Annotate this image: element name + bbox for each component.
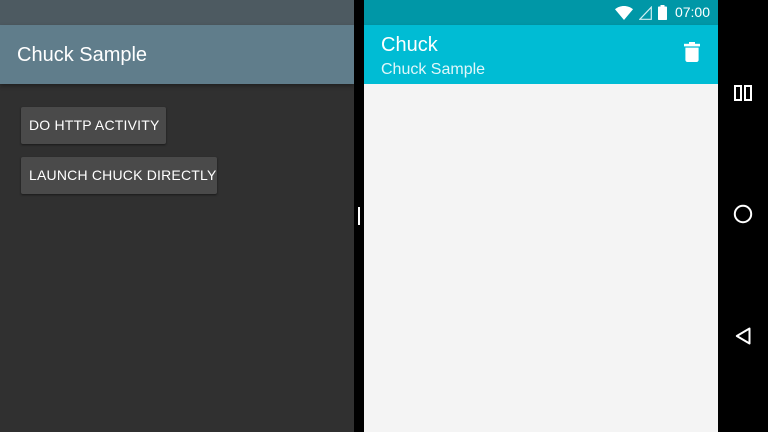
cell-signal-icon [638, 5, 652, 20]
delete-button[interactable] [680, 41, 704, 67]
status-bar: 07:00 [364, 0, 718, 25]
status-time: 07:00 [674, 4, 710, 20]
left-app-bar: Chuck Sample [0, 25, 354, 84]
back-button[interactable] [731, 326, 755, 350]
split-divider-handle[interactable] [358, 207, 360, 225]
home-button[interactable] [731, 204, 755, 228]
battery-icon [657, 5, 667, 20]
back-icon [735, 327, 751, 350]
status-icons: 07:00 [614, 3, 710, 22]
left-app-pane: Chuck Sample DO HTTP ACTIVITY LAUNCH CHU… [0, 0, 354, 432]
left-status-bar [0, 0, 354, 25]
right-app-bar: Chuck Chuck Sample [364, 25, 718, 84]
recents-button[interactable] [731, 83, 755, 107]
left-app-title: Chuck Sample [17, 44, 148, 66]
delete-icon [684, 41, 700, 67]
split-divider [354, 0, 364, 432]
right-app-pane: 07:00 Chuck Chuck Sample [364, 0, 718, 432]
split-screen: Chuck Sample DO HTTP ACTIVITY LAUNCH CHU… [0, 0, 768, 432]
wifi-icon [614, 5, 633, 20]
navigation-bar [718, 0, 768, 432]
home-icon [733, 204, 753, 229]
right-app-title: Chuck [381, 34, 438, 56]
transaction-list [364, 84, 718, 432]
recents-icon [734, 84, 752, 106]
do-http-activity-button[interactable]: DO HTTP ACTIVITY [21, 107, 166, 144]
launch-chuck-directly-button[interactable]: LAUNCH CHUCK DIRECTLY [21, 157, 217, 194]
right-app-subtitle: Chuck Sample [381, 61, 486, 78]
